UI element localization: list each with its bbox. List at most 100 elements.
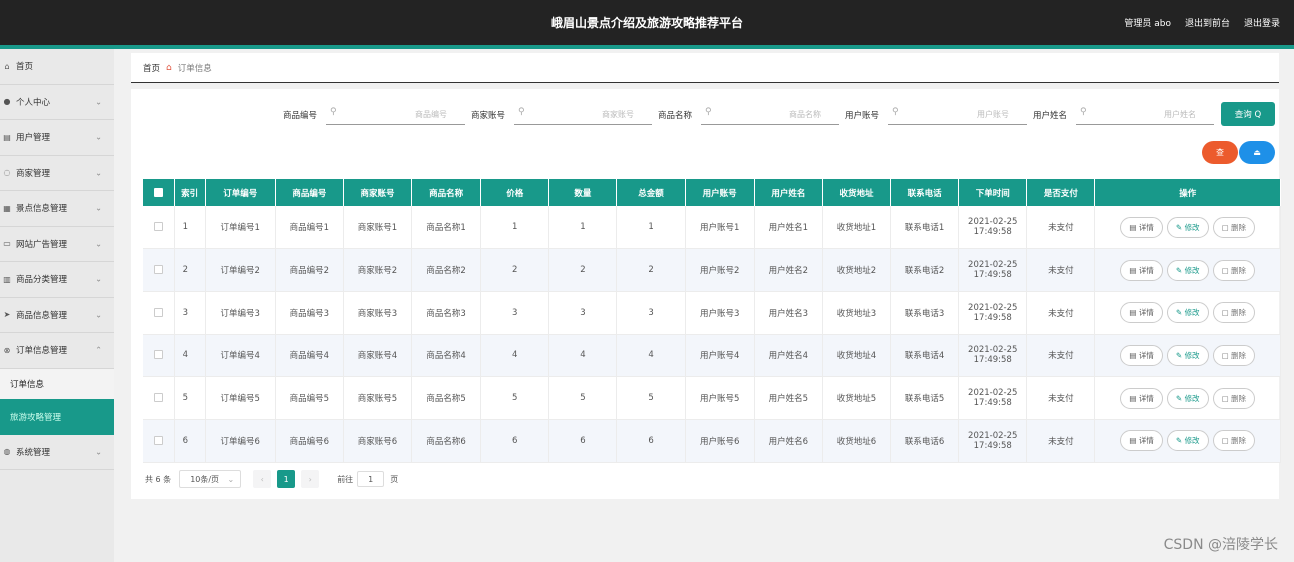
- edit-button[interactable]: ✎ 修改: [1166, 302, 1209, 324]
- page-number-current[interactable]: 1: [277, 470, 296, 488]
- search-input-product-no[interactable]: ⚲ 商品编号: [326, 103, 465, 125]
- search-button[interactable]: 查询 Q: [1221, 102, 1275, 126]
- table-cell: 2: [548, 248, 618, 292]
- sidebar-item-orders[interactable]: ⊗ 订单信息管理 ⌃: [0, 333, 114, 369]
- delete-button[interactable]: ▢ 删除: [1212, 216, 1256, 238]
- table-cell: 用户账号2: [685, 248, 755, 292]
- export-button[interactable]: ⏏: [1239, 141, 1275, 164]
- grid-icon: ▦: [3, 203, 11, 213]
- delete-icon: ▢: [1221, 350, 1232, 360]
- row-checkbox[interactable]: [153, 307, 163, 317]
- table-cell: 2021-02-25 17:49:58: [958, 376, 1028, 420]
- sidebar-item-products[interactable]: ➤ 商品信息管理 ⌄: [0, 298, 114, 333]
- prev-page-button[interactable]: ‹: [253, 470, 272, 488]
- sidebar-item-attractions[interactable]: ▦ 景点信息管理 ⌄: [0, 191, 114, 227]
- delete-button[interactable]: ▢ 删除: [1212, 302, 1256, 324]
- table-cell: 用户姓名4: [754, 334, 823, 378]
- logout-link[interactable]: 退出登录: [1244, 16, 1280, 29]
- sidebar-item-label: 订单信息管理: [16, 346, 68, 357]
- search-input-user-account[interactable]: ⚲ 用户账号: [888, 103, 1027, 125]
- delete-button[interactable]: ▢ 删除: [1212, 259, 1256, 281]
- table-cell: 联系电话3: [890, 291, 960, 335]
- table-cell: 4: [480, 334, 550, 378]
- column-header: 订单编号: [205, 179, 276, 206]
- table-cell: 商家账号5: [343, 376, 413, 420]
- delete-button[interactable]: ▢ 删除: [1212, 344, 1256, 366]
- edit-button-label: 修改: [1184, 436, 1200, 446]
- table-cell: 4: [548, 334, 618, 378]
- table-cell: 订单编号3: [205, 291, 276, 335]
- search-input-merchant-account[interactable]: ⚲ 商家账号: [514, 103, 652, 125]
- detail-button[interactable]: ▤ 详情: [1120, 344, 1163, 366]
- table-cell: 用户姓名2: [754, 248, 823, 292]
- edit-button[interactable]: ✎ 修改: [1166, 344, 1209, 366]
- row-checkbox[interactable]: [153, 350, 163, 360]
- search-icon: ⚲: [330, 107, 337, 117]
- sidebar-subitem-order-info[interactable]: 订单信息: [0, 368, 114, 399]
- row-actions: ▤ 详情 ✎ 修改 ▢ 删除: [1094, 334, 1281, 378]
- delete-button[interactable]: ▢ 删除: [1212, 387, 1256, 409]
- delete-batch-button[interactable]: 查: [1202, 141, 1238, 164]
- table-cell: 2021-02-25 17:49:58: [958, 291, 1028, 335]
- exit-to-front-link[interactable]: 退出到前台: [1185, 16, 1230, 29]
- next-page-button[interactable]: ›: [301, 470, 320, 488]
- column-header: 价格: [480, 179, 550, 206]
- sidebar-item-merchants[interactable]: ◌ 商家管理 ⌄: [0, 156, 114, 191]
- row-checkbox[interactable]: [153, 222, 163, 232]
- sidebar: ⌂ 首页 ● 个人中心 ⌄ ▤ 用户管理 ⌄ ◌ 商家管理 ⌄ ▦ 景点信息管理…: [0, 49, 114, 562]
- select-all-checkbox[interactable]: [153, 187, 163, 197]
- page-size-select[interactable]: 10条/页 ⌄: [179, 470, 242, 488]
- column-header: 下单时间: [958, 179, 1028, 206]
- edit-button[interactable]: ✎ 修改: [1166, 259, 1209, 281]
- table-cell: 订单编号1: [205, 206, 276, 250]
- detail-button[interactable]: ▤ 详情: [1120, 430, 1163, 452]
- goto-page-input[interactable]: 1: [357, 471, 385, 487]
- row-checkbox[interactable]: [153, 393, 163, 403]
- table-cell: 用户账号5: [685, 376, 755, 420]
- table-cell: 用户账号4: [685, 334, 755, 378]
- delete-button[interactable]: ▢ 删除: [1212, 430, 1256, 452]
- sidebar-item-categories[interactable]: ▥ 商品分类管理 ⌄: [0, 262, 114, 298]
- table-cell: 收货地址1: [822, 206, 892, 250]
- sidebar-item-users[interactable]: ▤ 用户管理 ⌄: [0, 120, 114, 156]
- search-input-user-name[interactable]: ⚲ 用户姓名: [1076, 103, 1214, 125]
- edit-button[interactable]: ✎ 修改: [1166, 430, 1209, 452]
- table-row: 6 订单编号6 商品编号6 商家账号6 商品名称6 6 6 6 用户账号6 用户姓名6 收货地址6 联…: [143, 419, 1281, 463]
- sidebar-subitem-travel-guides[interactable]: 旅游攻略管理: [0, 398, 114, 435]
- table-cell: 收货地址3: [822, 291, 892, 335]
- edit-button[interactable]: ✎ 修改: [1166, 387, 1209, 409]
- delete-button-label: 删除: [1231, 436, 1247, 446]
- table-cell: 联系电话5: [890, 376, 960, 420]
- chevron-down-icon: ⌄: [95, 203, 102, 213]
- table-cell: 商品编号2: [275, 248, 344, 292]
- table-cell: 收货地址4: [822, 334, 892, 378]
- sidebar-item-label: 个人中心: [16, 97, 51, 108]
- orders-table: 索引 订单编号 商品编号 商家账号 商品名称 价格 数量 总金额 用户账号 用户…: [143, 179, 1281, 463]
- edit-button-label: 修改: [1184, 222, 1200, 232]
- table-cell: 4: [616, 334, 686, 378]
- edit-button[interactable]: ✎ 修改: [1166, 216, 1209, 238]
- detail-button[interactable]: ▤ 详情: [1120, 259, 1163, 281]
- sidebar-item-home[interactable]: ⌂ 首页: [0, 49, 114, 85]
- sidebar-item-system[interactable]: ◍ 系统管理 ⌄: [0, 435, 114, 470]
- sidebar-item-profile[interactable]: ● 个人中心 ⌄: [0, 85, 114, 120]
- sidebar-item-label: 首页: [16, 62, 34, 73]
- detail-button[interactable]: ▤ 详情: [1120, 216, 1163, 238]
- row-checkbox[interactable]: [153, 435, 163, 445]
- edit-icon: ✎: [1175, 393, 1185, 403]
- row-checkbox[interactable]: [153, 265, 163, 275]
- search-input-product-name[interactable]: ⚲ 商品名称: [701, 103, 839, 125]
- sidebar-item-ads[interactable]: ▭ 网站广告管理 ⌄: [0, 227, 114, 262]
- column-header: 收货地址: [822, 179, 892, 206]
- row-select-cell: [143, 419, 175, 463]
- table-cell: 商品编号5: [275, 376, 344, 420]
- table-cell: 4: [174, 334, 206, 378]
- delete-icon: ▢: [1221, 393, 1232, 403]
- table-cell: 2: [480, 248, 550, 292]
- breadcrumb-home[interactable]: 首页: [143, 62, 160, 74]
- table-cell: 商品名称5: [411, 376, 482, 420]
- detail-button[interactable]: ▤ 详情: [1120, 387, 1163, 409]
- table-cell: 6: [480, 419, 550, 463]
- pagination: 共 6 条 10条/页 ⌄ ‹ 1 › 前往 1 页: [145, 469, 398, 489]
- detail-button[interactable]: ▤ 详情: [1120, 302, 1163, 324]
